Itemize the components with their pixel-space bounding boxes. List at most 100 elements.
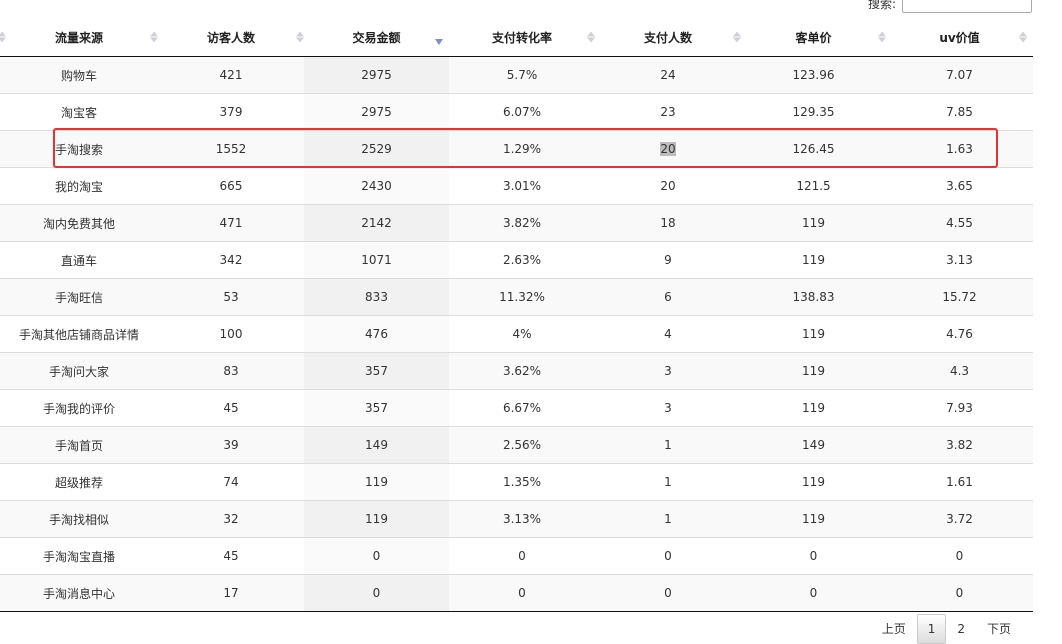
table-body: 购物车 421 2975 5.7% 24 123.96 7.07 淘宝客 379 2975 6.07… (0, 56, 1033, 612)
table-cell: 119 (741, 315, 886, 353)
table-row[interactable]: 淘内免费其他 471 2142 3.82% 18 119 4.55 (0, 204, 1033, 242)
table-cell: 121.5 (741, 167, 886, 205)
column-header[interactable]: 支付转化率 (449, 18, 595, 57)
table-row[interactable]: 手淘其他店铺商品详情 100 476 4% 4 119 4.76 (0, 315, 1033, 353)
table-cell: 7.85 (886, 93, 1033, 131)
table-cell: 119 (741, 500, 886, 538)
table-cell: 手淘找相似 (0, 500, 158, 538)
cell-value: 9 (664, 253, 672, 267)
cell-value: 1552 (215, 142, 247, 156)
cell-value: 32 (223, 512, 239, 526)
cell-value: 1.29% (502, 142, 542, 156)
cell-value: 833 (365, 290, 388, 304)
cell-value: 6.07% (502, 105, 542, 119)
cell-value: 1 (664, 438, 672, 452)
column-header[interactable]: 支付人数 (595, 18, 741, 57)
table-cell: 6.07% (449, 93, 595, 131)
column-header[interactable]: 客单价 (741, 18, 886, 57)
table-cell: 1 (595, 463, 741, 501)
cell-value: 665 (219, 179, 243, 193)
column-header[interactable]: 流量来源 (0, 18, 158, 57)
cell-value: 2430 (361, 179, 392, 193)
cell-value: 0 (955, 586, 964, 600)
page-1-button[interactable]: 1 (916, 614, 947, 644)
next-page-button[interactable]: 下页 (976, 614, 1022, 644)
table-cell: 23 (595, 93, 741, 131)
table-cell: 0 (304, 537, 449, 575)
cell-value: 121.5 (796, 179, 831, 193)
table-cell: 138.83 (741, 278, 886, 316)
sort-both-icon (733, 31, 741, 43)
table-row[interactable]: 手淘我的评价 45 357 6.67% 3 119 7.93 (0, 389, 1033, 427)
table-cell: 0 (886, 537, 1033, 575)
cell-value: 手淘搜索 (54, 142, 103, 157)
table-row[interactable]: 手淘搜索 1552 2529 1.29% 20 126.45 1.63 (0, 130, 1033, 168)
right-margin (1034, 0, 1062, 634)
table-row[interactable]: 我的淘宝 665 2430 3.01% 20 121.5 3.65 (0, 167, 1033, 205)
column-header[interactable]: 访客人数 (158, 18, 304, 57)
cell-value: 3.13 (946, 253, 973, 267)
column-header-label: 交易金额 (352, 30, 401, 45)
cell-value: 3.82 (946, 438, 973, 452)
table-cell: 4 (595, 315, 741, 353)
table-cell: 119 (741, 241, 886, 279)
cell-value: 0 (372, 549, 381, 563)
cell-value: 4.76 (946, 327, 973, 341)
table-row[interactable]: 淘宝客 379 2975 6.07% 23 129.35 7.85 (0, 93, 1033, 131)
table-cell: 3.13 (886, 241, 1033, 279)
column-header-label: 支付转化率 (491, 30, 552, 45)
cell-value: 4.55 (946, 216, 973, 230)
cell-value: 149 (802, 438, 825, 452)
column-header[interactable]: 交易金额 (304, 18, 449, 57)
search-area: 搜索: (868, 0, 1032, 14)
traffic-source-table: 流量来源 访客人数 交易金额 支付转化率 支付人数 客单价 uv价值 购物车 421 2975 5… (0, 18, 1033, 612)
cell-value: 342 (219, 253, 243, 267)
table-row[interactable]: 直通车 342 1071 2.63% 9 119 3.13 (0, 241, 1033, 279)
cell-value: 0 (809, 549, 818, 563)
table-row[interactable]: 超级推荐 74 119 1.35% 1 119 1.61 (0, 463, 1033, 501)
cell-value: 2.56% (502, 438, 542, 452)
cell-value: 0 (518, 586, 526, 600)
cell-value: 3.65 (946, 179, 973, 193)
table-cell: 手淘其他店铺商品详情 (0, 315, 158, 353)
table-cell: 0 (595, 537, 741, 575)
column-header-label: 流量来源 (54, 30, 103, 45)
table-cell: 手淘旺信 (0, 278, 158, 316)
cell-value: 119 (802, 253, 825, 267)
cell-value: 119 (365, 512, 388, 526)
table-cell: 5.7% (449, 56, 595, 94)
cell-value: 2.63% (502, 253, 542, 267)
table-cell: 3.65 (886, 167, 1033, 205)
column-header[interactable]: uv价值 (886, 18, 1033, 57)
table-cell: 149 (741, 426, 886, 464)
cell-value: 3.01% (502, 179, 542, 193)
table-cell: 129.35 (741, 93, 886, 131)
cell-value: 7.85 (946, 105, 973, 119)
table-row[interactable]: 手淘消息中心 17 0 0 0 0 0 (0, 574, 1033, 612)
table-row[interactable]: 购物车 421 2975 5.7% 24 123.96 7.07 (0, 56, 1033, 94)
table-cell: 0 (449, 537, 595, 575)
sort-both-icon (0, 31, 6, 43)
column-header-label: 客单价 (795, 30, 832, 45)
prev-page-button[interactable]: 上页 (871, 614, 917, 644)
cell-value: 476 (365, 327, 388, 341)
page-2-button[interactable]: 2 (946, 614, 976, 644)
cell-value: 淘内免费其他 (42, 216, 115, 231)
table-row[interactable]: 手淘问大家 83 357 3.62% 3 119 4.3 (0, 352, 1033, 390)
cell-value: 119 (802, 475, 825, 489)
table-row[interactable]: 手淘旺信 53 833 11.32% 6 138.83 15.72 (0, 278, 1033, 316)
table-cell: 6.67% (449, 389, 595, 427)
table-row[interactable]: 手淘找相似 32 119 3.13% 1 119 3.72 (0, 500, 1033, 538)
table-cell: 3.82 (886, 426, 1033, 464)
cell-value: 4 (664, 327, 672, 341)
table-cell: 1.35% (449, 463, 595, 501)
cell-value: 手淘我的评价 (42, 401, 115, 416)
sort-both-icon (150, 31, 158, 43)
table-row[interactable]: 手淘首页 39 149 2.56% 1 149 3.82 (0, 426, 1033, 464)
table-cell: 20 (595, 167, 741, 205)
table-row[interactable]: 手淘淘宝直播 45 0 0 0 0 0 (0, 537, 1033, 575)
search-input[interactable] (902, 0, 1032, 13)
cell-value: 手淘首页 (54, 438, 103, 453)
table-cell: 471 (158, 204, 304, 242)
column-header-label: 支付人数 (643, 30, 692, 45)
